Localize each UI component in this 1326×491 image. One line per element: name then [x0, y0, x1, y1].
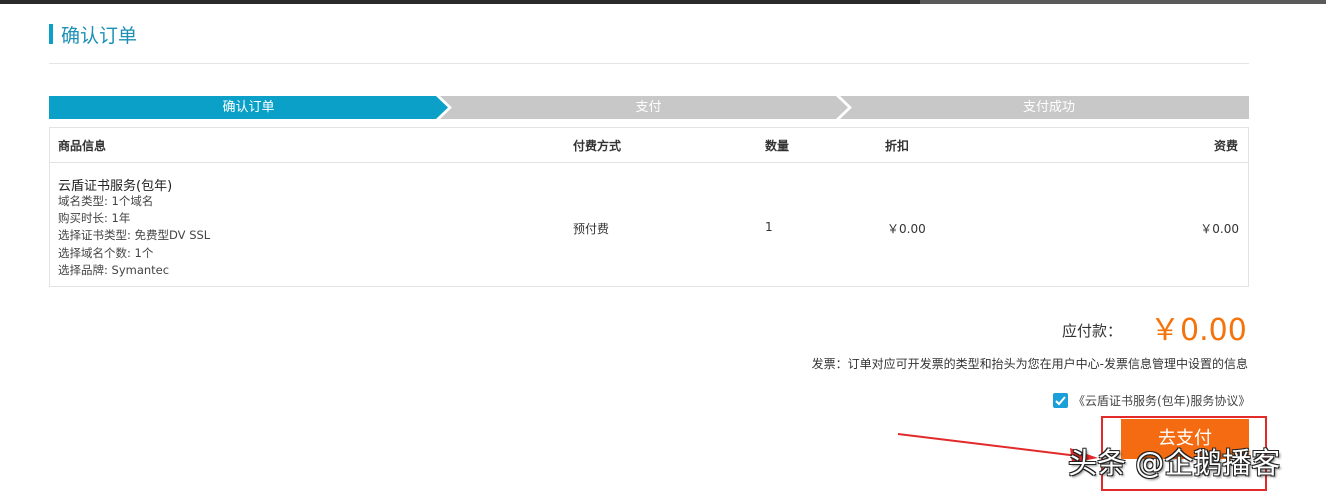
- watermark-text: 头条 @企鹅播客: [1068, 446, 1281, 480]
- amount-due-value: ￥0.00: [1150, 313, 1247, 348]
- step-pay: 支付: [635, 100, 662, 115]
- product-detail: 选择证书类型: 免费型DV SSL: [58, 228, 211, 242]
- fee-value: ￥0.00: [1200, 222, 1239, 236]
- product-detail: 购买时长: 1年: [58, 211, 131, 225]
- title-divider: [49, 63, 1249, 64]
- page-title-text: 确认订单: [61, 24, 138, 47]
- top-bar: [0, 0, 1326, 4]
- payment-method: 预付费: [573, 222, 610, 236]
- amount-due-label: 应付款：: [1062, 322, 1123, 340]
- checkmark-icon: [1055, 396, 1066, 406]
- product-detail: 域名类型: 1个域名: [58, 194, 154, 208]
- page-title: 确认订单: [49, 24, 137, 47]
- header-payment: 付费方式: [573, 139, 622, 153]
- header-fee: 资费: [1213, 139, 1238, 153]
- header-product: 商品信息: [58, 139, 107, 153]
- header-discount: 折扣: [885, 139, 910, 153]
- step-pay-success: 支付成功: [1022, 100, 1075, 115]
- agreement-row: 《云盾证书服务(包年)服务协议》: [1053, 392, 1250, 409]
- invoice-note: 发票：订单对应可开发票的类型和抬头为您在用户中心-发票信息管理中设置的信息: [811, 357, 1248, 371]
- table-header: 商品信息 付费方式 数量 折扣 资费: [50, 128, 1248, 163]
- title-accent-bar: [49, 24, 53, 44]
- quantity-value: 1: [765, 220, 773, 234]
- order-table: 商品信息 付费方式 数量 折扣 资费 云盾证书服务(包年) 域名类型: 1个域名…: [49, 127, 1249, 287]
- product-detail: 选择域名个数: 1个: [58, 246, 154, 260]
- top-bar-segment: [920, 0, 1326, 4]
- progress-steps: 确认订单 支付 支付成功: [49, 96, 1249, 119]
- product-name: 云盾证书服务(包年): [58, 179, 173, 194]
- step-confirm-order: 确认订单: [222, 100, 275, 115]
- product-detail: 选择品牌: Symantec: [58, 263, 170, 277]
- agreement-link[interactable]: 《云盾证书服务(包年)服务协议》: [1073, 392, 1250, 409]
- header-quantity: 数量: [765, 139, 790, 153]
- agreement-checkbox[interactable]: [1053, 393, 1068, 408]
- discount-value: ￥0.00: [887, 222, 926, 236]
